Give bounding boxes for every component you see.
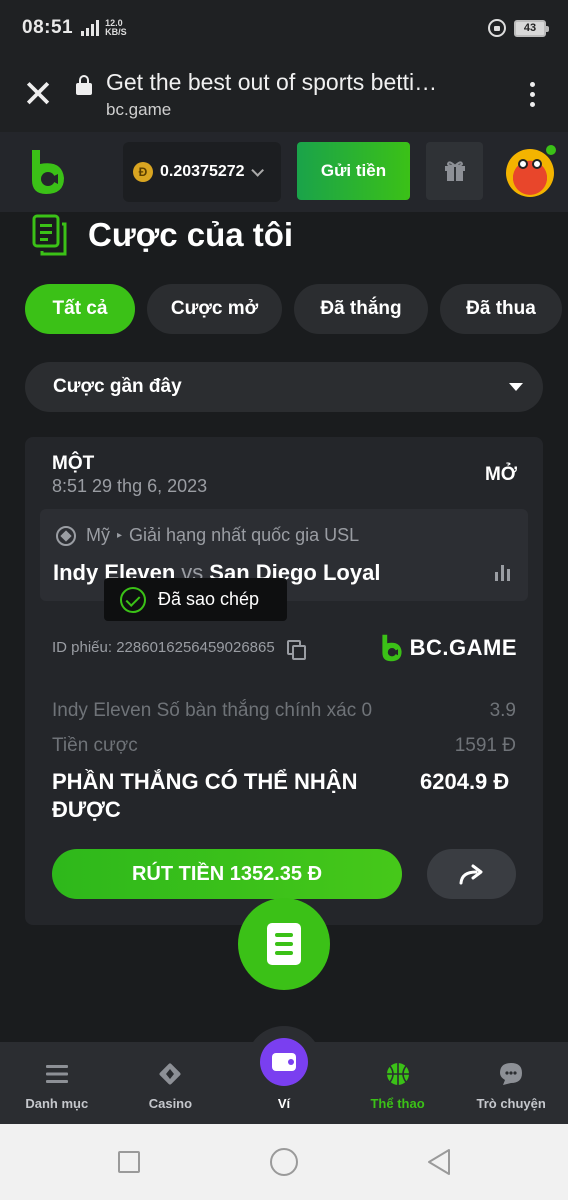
deposit-button[interactable]: Gửi tiền: [297, 142, 410, 200]
odds-value: 3.9: [489, 700, 516, 721]
tab-all[interactable]: Tất cả: [25, 284, 135, 334]
recents-icon[interactable]: [118, 1151, 140, 1173]
page-title-text: Get the best out of sports betti…: [106, 68, 438, 95]
payout-label: PHẦN THẮNG CÓ THỂ NHẬN ĐƯỢC: [52, 769, 358, 822]
casino-icon: [157, 1060, 183, 1088]
status-bar: 08:51 12.0 KB/S 43: [0, 0, 568, 56]
stake-label: Tiền cược: [52, 735, 138, 756]
tab-open[interactable]: Cược mở: [147, 284, 282, 334]
nav-chat[interactable]: Trò chuyện: [454, 1042, 568, 1124]
back-icon[interactable]: [426, 1148, 452, 1176]
bet-type: MỘT: [52, 453, 95, 474]
selection-label: Indy Eleven Số bàn thắng chính xác 0: [52, 700, 373, 721]
league-name: Giải hạng nhất quốc gia USL: [129, 525, 360, 545]
betslip-icon: [267, 923, 301, 965]
signal-icon: [81, 20, 100, 36]
gift-icon: [444, 161, 465, 181]
padlock-icon: [76, 74, 92, 95]
gift-button[interactable]: [426, 142, 483, 200]
url-box[interactable]: Get the best out of sports betti… bc.gam…: [76, 69, 476, 120]
page-heading: Cược của tôi: [32, 214, 293, 256]
site-header: Đ 0.20375272 Gửi tiền: [0, 132, 568, 212]
share-arrow-icon: [459, 864, 482, 885]
online-dot: [544, 143, 558, 157]
balance-selector[interactable]: Đ 0.20375272: [123, 142, 281, 202]
rotation-lock-icon: [488, 19, 506, 37]
soccer-ball-icon: [56, 525, 76, 546]
bc-game-brand: BC.GAME: [380, 633, 517, 663]
nav-menu[interactable]: Danh mục: [0, 1042, 114, 1124]
dropdown-value: Cược gần đây: [53, 376, 182, 397]
close-icon[interactable]: ✕: [0, 56, 76, 132]
recent-bets-dropdown[interactable]: Cược gần đây: [25, 362, 543, 412]
check-circle-icon: [120, 586, 146, 613]
toast-message: Đã sao chép: [158, 589, 260, 609]
status-badge: MỞ: [484, 464, 517, 485]
chevron-right-icon: ▸: [117, 530, 123, 541]
share-button[interactable]: [427, 849, 516, 899]
ticket-id: ID phiếu: 2286016256459026865: [52, 639, 275, 656]
payout-value: 6204.9 Đ: [420, 769, 510, 794]
betslip-button[interactable]: [238, 898, 330, 990]
clock: 08:51: [22, 17, 74, 38]
wallet-icon[interactable]: [260, 1038, 308, 1086]
tab-lost[interactable]: Đã thua: [440, 284, 562, 334]
cashout-button[interactable]: RÚT TIỀN 1352.35 Đ: [52, 849, 402, 899]
home-icon[interactable]: [270, 1148, 298, 1176]
copy-icon[interactable]: [286, 639, 306, 660]
bc-logo-icon: [382, 634, 402, 662]
more-options-icon[interactable]: [496, 81, 568, 107]
battery-icon: 43: [514, 19, 549, 37]
bc-logo-icon[interactable]: [28, 148, 68, 196]
chat-icon: [498, 1060, 524, 1088]
bet-tabs: Tất cả Cược mở Đã thắng Đã thua: [25, 284, 568, 334]
balance-amount: 0.20375272: [160, 163, 245, 180]
coin-icon: Đ: [133, 162, 153, 182]
country: Mỹ: [86, 525, 110, 545]
nav-casino[interactable]: Casino: [114, 1042, 228, 1124]
basketball-icon: [385, 1060, 411, 1088]
system-nav-bar: [0, 1124, 568, 1200]
tab-won[interactable]: Đã thắng: [294, 284, 428, 334]
browser-toolbar: ✕ Get the best out of sports betti… bc.g…: [0, 56, 568, 132]
page-title: Cược của tôi: [88, 216, 294, 253]
brand-name: BC.GAME: [409, 635, 517, 660]
copied-toast: Đã sao chép: [104, 578, 287, 621]
caret-down-icon: [509, 383, 523, 391]
stats-icon[interactable]: [495, 565, 510, 581]
chevron-down-icon: [250, 163, 264, 177]
stake-value: 1591 Đ: [454, 735, 516, 756]
avatar[interactable]: [506, 143, 558, 197]
bet-datetime: 8:51 29 thg 6, 2023: [52, 476, 208, 496]
nav-sports[interactable]: Thể thao: [341, 1042, 455, 1124]
menu-icon: [45, 1060, 68, 1088]
domain-text: bc.game: [106, 99, 172, 119]
bet-card: MỘT 8:51 29 thg 6, 2023 MỞ Mỹ ▸ Giải hạn…: [25, 437, 543, 925]
network-speed: 12.0 KB/S: [105, 18, 127, 37]
bets-icon: [32, 214, 67, 256]
